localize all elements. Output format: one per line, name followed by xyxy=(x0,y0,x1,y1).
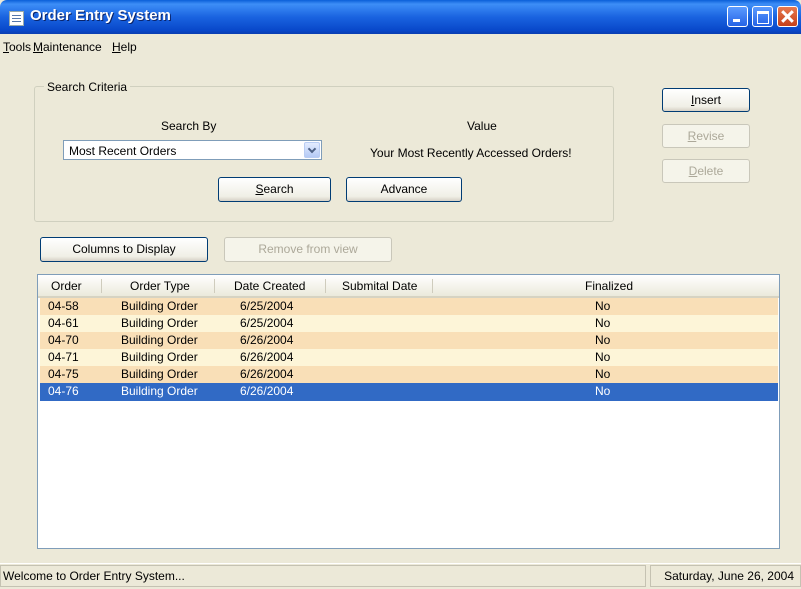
columns-to-display-button[interactable]: Columns to Display xyxy=(40,237,208,262)
table-cell-date-created: 6/25/2004 xyxy=(240,316,294,330)
table-cell-finalized: No xyxy=(595,367,611,381)
table-row[interactable]: 04-75 Building Order 6/26/2004 No xyxy=(40,366,778,384)
search-by-dropdown[interactable]: Most Recent Orders xyxy=(63,140,322,160)
menu-help[interactable]: Help xyxy=(112,40,137,54)
table-cell-order-type: Building Order xyxy=(121,299,198,313)
table-cell-order: 04-70 xyxy=(48,333,79,347)
column-divider[interactable] xyxy=(101,279,102,293)
table-cell-order-type: Building Order xyxy=(121,384,198,398)
table-cell-finalized: No xyxy=(595,333,611,347)
table-cell-order-type: Building Order xyxy=(121,333,198,347)
column-divider[interactable] xyxy=(325,279,326,293)
table-row[interactable]: 04-71 Building Order 6/26/2004 No xyxy=(40,349,778,367)
delete-button[interactable]: Delete xyxy=(662,159,750,183)
column-header-order-type[interactable]: Order Type xyxy=(130,279,190,293)
table-cell-finalized: No xyxy=(595,384,611,398)
column-header-submital-date[interactable]: Submital Date xyxy=(342,279,417,293)
table-cell-date-created: 6/26/2004 xyxy=(240,384,294,398)
table-row[interactable]: 04-61 Building Order 6/25/2004 No xyxy=(40,315,778,333)
table-cell-finalized: No xyxy=(595,316,611,330)
chevron-down-icon[interactable] xyxy=(304,142,320,158)
search-criteria-label: Search Criteria xyxy=(44,80,131,94)
table-row[interactable]: 04-70 Building Order 6/26/2004 No xyxy=(40,332,778,350)
search-by-label: Search By xyxy=(161,119,217,133)
column-header-finalized[interactable]: Finalized xyxy=(585,279,633,293)
column-header-date-created[interactable]: Date Created xyxy=(234,279,305,293)
value-text: Your Most Recently Accessed Orders! xyxy=(370,146,572,160)
table-cell-order-type: Building Order xyxy=(121,316,198,330)
table-row[interactable]: 04-76 Building Order 6/26/2004 No xyxy=(40,383,778,401)
orders-list[interactable]: Order Order Type Date Created Submital D… xyxy=(37,274,780,549)
minimize-button[interactable] xyxy=(727,6,748,27)
window-title: Order Entry System xyxy=(30,7,171,24)
menu-tools[interactable]: Tools xyxy=(3,40,31,54)
search-button[interactable]: Search xyxy=(218,177,331,202)
table-row[interactable]: 04-58 Building Order 6/25/2004 No xyxy=(40,298,778,316)
status-date: Saturday, June 26, 2004 xyxy=(650,565,801,587)
table-cell-order: 04-76 xyxy=(48,384,79,398)
table-cell-order: 04-61 xyxy=(48,316,79,330)
table-cell-order: 04-75 xyxy=(48,367,79,381)
title-bar: Order Entry System xyxy=(0,0,801,34)
advance-button[interactable]: Advance xyxy=(346,177,462,202)
column-divider[interactable] xyxy=(214,279,215,293)
revise-button[interactable]: Revise xyxy=(662,124,750,148)
table-cell-date-created: 6/25/2004 xyxy=(240,299,294,313)
value-label: Value xyxy=(467,119,497,133)
remove-from-view-button[interactable]: Remove from view xyxy=(224,237,392,262)
status-message: Welcome to Order Entry System... xyxy=(0,565,646,587)
status-bar: Welcome to Order Entry System... Saturda… xyxy=(0,563,801,589)
column-header-order[interactable]: Order xyxy=(51,279,82,293)
insert-button[interactable]: Insert xyxy=(662,88,750,112)
search-by-value: Most Recent Orders xyxy=(69,144,177,158)
table-cell-date-created: 6/26/2004 xyxy=(240,333,294,347)
close-button[interactable] xyxy=(777,6,798,27)
table-cell-finalized: No xyxy=(595,350,611,364)
table-cell-order: 04-58 xyxy=(48,299,79,313)
table-cell-finalized: No xyxy=(595,299,611,313)
table-cell-date-created: 6/26/2004 xyxy=(240,350,294,364)
column-divider[interactable] xyxy=(432,279,433,293)
table-cell-order-type: Building Order xyxy=(121,367,198,381)
menu-bar: Tools Maintenance Help xyxy=(0,34,801,58)
app-icon xyxy=(9,11,24,26)
menu-maintenance[interactable]: Maintenance xyxy=(33,40,102,54)
table-cell-order: 04-71 xyxy=(48,350,79,364)
table-cell-order-type: Building Order xyxy=(121,350,198,364)
table-cell-date-created: 6/26/2004 xyxy=(240,367,294,381)
list-header: Order Order Type Date Created Submital D… xyxy=(38,275,779,298)
maximize-button[interactable] xyxy=(752,6,773,27)
